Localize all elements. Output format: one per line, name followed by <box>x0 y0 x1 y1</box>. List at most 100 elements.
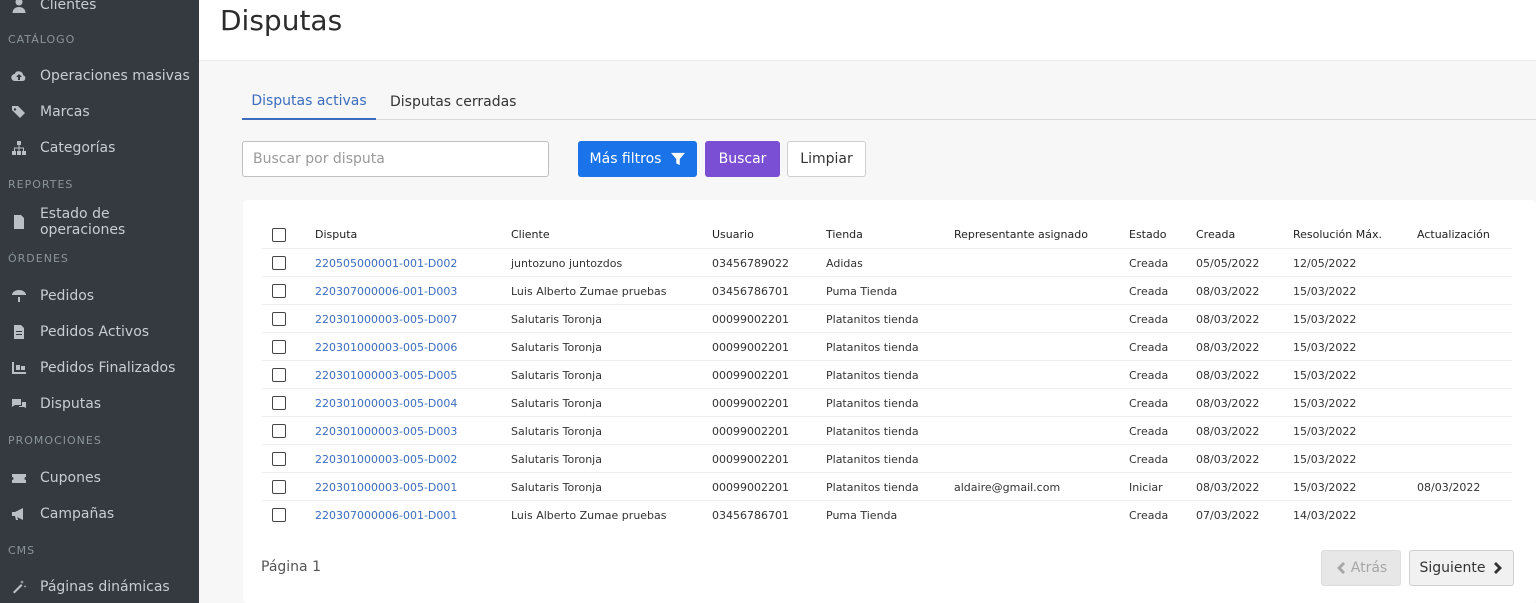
clear-button[interactable]: Limpiar <box>787 141 866 177</box>
table-cell-estado: Creada <box>1129 257 1169 270</box>
column-header-tienda: Tienda <box>826 228 863 241</box>
select-all-checkbox[interactable] <box>272 228 286 242</box>
prev-page-button: Atrás <box>1321 550 1401 586</box>
row-checkbox[interactable] <box>272 508 286 522</box>
row-divider <box>262 472 1512 473</box>
dispute-link[interactable]: 220301000003-005-D004 <box>315 397 457 410</box>
table-cell-resolucion: 15/03/2022 <box>1293 285 1357 298</box>
table-cell-estado: Creada <box>1129 453 1169 466</box>
table-cell-tienda: Platanitos tienda <box>826 425 919 438</box>
table-cell-cliente: Salutaris Toronja <box>511 397 602 410</box>
row-checkbox[interactable] <box>272 368 286 382</box>
tags-icon <box>10 104 28 120</box>
sidebar-item-estado-operaciones[interactable]: Estado de operaciones <box>0 206 199 238</box>
table-cell-cliente: Luis Alberto Zumae pruebas <box>511 285 667 298</box>
search-button[interactable]: Buscar <box>705 141 780 177</box>
more-filters-button[interactable]: Más filtros <box>578 141 697 177</box>
sidebar-item-pedidos-finalizados[interactable]: Pedidos Finalizados <box>0 353 199 383</box>
table-cell-creada: 08/03/2022 <box>1196 285 1260 298</box>
table-cell-estado: Iniciar <box>1129 481 1163 494</box>
sidebar-item-campanas[interactable]: Campañas <box>0 499 199 529</box>
row-divider <box>262 416 1512 417</box>
table-cell-estado: Creada <box>1129 313 1169 326</box>
table-cell-creada: 05/05/2022 <box>1196 257 1260 270</box>
dispute-link[interactable]: 220301000003-005-D001 <box>315 481 457 494</box>
next-page-button[interactable]: Siguiente <box>1409 550 1514 586</box>
row-divider <box>262 360 1512 361</box>
row-checkbox[interactable] <box>272 452 286 466</box>
sidebar-item-pedidos-activos[interactable]: Pedidos Activos <box>0 317 199 347</box>
page-title: Disputas <box>220 4 343 37</box>
page-label: Página 1 <box>261 559 321 575</box>
table-cell-creada: 07/03/2022 <box>1196 509 1260 522</box>
table-cell-creada: 08/03/2022 <box>1196 341 1260 354</box>
table-cell-estado: Creada <box>1129 369 1169 382</box>
table-cell-tienda: Platanitos tienda <box>826 453 919 466</box>
dispute-link[interactable]: 220301000003-005-D005 <box>315 369 457 382</box>
row-divider <box>262 248 1512 249</box>
table-cell-resolucion: 15/03/2022 <box>1293 341 1357 354</box>
dispute-link[interactable]: 220301000003-005-D003 <box>315 425 457 438</box>
tab-disputas-activas[interactable]: Disputas activas <box>242 84 376 120</box>
sidebar-item-label: Cupones <box>40 470 101 486</box>
dispute-link[interactable]: 220301000003-005-D006 <box>315 341 457 354</box>
sidebar-item-label: Pedidos Finalizados <box>40 360 176 376</box>
dispute-link[interactable]: 220301000003-005-D002 <box>315 453 457 466</box>
sidebar-item-label: Clientes <box>40 0 97 13</box>
row-checkbox[interactable] <box>272 312 286 326</box>
sidebar-item-operaciones-masivas[interactable]: Operaciones masivas <box>0 61 199 91</box>
chevron-left-icon <box>1336 562 1345 574</box>
table-cell-usuario: 00099002201 <box>712 313 789 326</box>
table-cell-creada: 08/03/2022 <box>1196 313 1260 326</box>
table-cell-estado: Creada <box>1129 397 1169 410</box>
magic-wand-icon <box>10 579 28 595</box>
search-input[interactable] <box>242 141 549 177</box>
column-header-estado: Estado <box>1129 228 1167 241</box>
row-checkbox[interactable] <box>272 480 286 494</box>
table-cell-usuario: 00099002201 <box>712 397 789 410</box>
sidebar-item-label: Pedidos Activos <box>40 324 150 340</box>
file-icon <box>10 214 28 230</box>
column-header-disputa: Disputa <box>315 228 358 241</box>
row-divider <box>262 304 1512 305</box>
column-header-creada: Creada <box>1196 228 1236 241</box>
table-cell-cliente: Salutaris Toronja <box>511 425 602 438</box>
dispute-link[interactable]: 220307000006-001-D003 <box>315 285 457 298</box>
user-icon <box>10 0 28 13</box>
sidebar-item-disputas[interactable]: Disputas <box>0 389 199 419</box>
column-header-usuario: Usuario <box>712 228 754 241</box>
dispute-link[interactable]: 220307000006-001-D001 <box>315 509 457 522</box>
dispute-link[interactable]: 220301000003-005-D007 <box>315 313 457 326</box>
table-cell-tienda: Adidas <box>826 257 863 270</box>
table-cell-cliente: juntozuno juntozdos <box>511 257 623 270</box>
row-checkbox[interactable] <box>272 340 286 354</box>
sidebar-item-categorias[interactable]: Categorías <box>0 133 199 163</box>
table-cell-tienda: Platanitos tienda <box>826 369 919 382</box>
row-checkbox[interactable] <box>272 256 286 270</box>
sidebar-item-label: Marcas <box>40 104 90 120</box>
comments-icon <box>10 396 28 412</box>
table-cell-cliente: Salutaris Toronja <box>511 341 602 354</box>
row-divider <box>262 444 1512 445</box>
sidebar-item-cupones[interactable]: Cupones <box>0 463 199 493</box>
table-cell-cliente: Salutaris Toronja <box>511 453 602 466</box>
sidebar-section-ordenes: ÓRDENES <box>8 252 69 265</box>
sidebar-item-label: Estado de operaciones <box>39 206 126 238</box>
row-checkbox[interactable] <box>272 396 286 410</box>
more-filters-label: Más filtros <box>589 151 662 167</box>
sidebar-item-marcas[interactable]: Marcas <box>0 97 199 127</box>
tab-disputas-cerradas[interactable]: Disputas cerradas <box>390 84 516 120</box>
sidebar: Clientes CATÁLOGO Operaciones masivas Ma… <box>0 0 199 603</box>
table-cell-resolucion: 12/05/2022 <box>1293 257 1357 270</box>
table-cell-usuario: 03456786701 <box>712 285 789 298</box>
sidebar-item-pedidos[interactable]: Pedidos <box>0 281 199 311</box>
sidebar-item-label: Disputas <box>40 396 102 412</box>
dispute-link[interactable]: 220505000001-001-D002 <box>315 257 457 270</box>
table-cell-creada: 08/03/2022 <box>1196 369 1260 382</box>
sidebar-item-paginas-dinamicas[interactable]: Páginas dinámicas <box>0 572 199 602</box>
row-checkbox[interactable] <box>272 424 286 438</box>
table-cell-resolucion: 15/03/2022 <box>1293 481 1357 494</box>
row-checkbox[interactable] <box>272 284 286 298</box>
table-cell-usuario: 03456786701 <box>712 509 789 522</box>
sidebar-item-clientes[interactable]: Clientes <box>0 0 199 20</box>
